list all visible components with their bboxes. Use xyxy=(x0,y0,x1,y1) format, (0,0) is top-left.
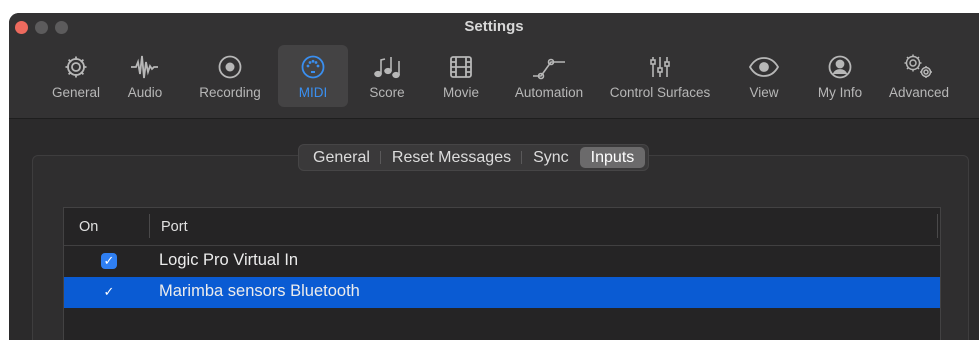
table-header: On Port xyxy=(64,208,940,246)
toolbar-label: Recording xyxy=(199,85,261,100)
titlebar: Settings General Audio Recording MIDI Sc… xyxy=(9,13,979,119)
column-header-port[interactable]: Port xyxy=(161,219,188,235)
toolbar-label: Score xyxy=(369,85,405,100)
toolbar-my-info[interactable]: My Info xyxy=(809,45,871,107)
toolbar-recording[interactable]: Recording xyxy=(190,45,270,107)
tab-general[interactable]: General xyxy=(302,147,381,168)
window-title: Settings xyxy=(464,18,524,35)
toolbar-audio[interactable]: Audio xyxy=(119,45,171,107)
toolbar-label: Advanced xyxy=(888,85,950,100)
toolbar-score[interactable]: Score xyxy=(362,45,412,107)
tab-inputs[interactable]: Inputs xyxy=(579,147,646,168)
midi-port-icon xyxy=(300,51,326,83)
enabled-checkbox[interactable]: ✓ xyxy=(101,284,117,300)
sliders-icon xyxy=(647,51,673,83)
toolbar-general[interactable]: General xyxy=(45,45,107,107)
midi-tabs: General Reset Messages Sync Inputs xyxy=(298,144,650,171)
port-name: Logic Pro Virtual In xyxy=(159,251,299,269)
port-name: Marimba sensors Bluetooth xyxy=(159,282,360,300)
toolbar-movie[interactable]: Movie xyxy=(432,45,490,107)
toolbar-automation[interactable]: Automation xyxy=(501,45,597,107)
settings-window: Settings General Audio Recording MIDI Sc… xyxy=(9,13,979,340)
waveform-icon xyxy=(130,51,160,83)
automation-curve-icon xyxy=(532,51,566,83)
gear-icon xyxy=(63,51,89,83)
toolbar-label: My Info xyxy=(817,85,863,100)
table-row-selected[interactable]: ✓ Marimba sensors Bluetooth xyxy=(64,277,940,308)
tab-reset-messages[interactable]: Reset Messages xyxy=(381,147,523,168)
toolbar-view[interactable]: View xyxy=(743,45,785,107)
toolbar-advanced[interactable]: Advanced xyxy=(883,45,955,107)
toolbar-label: Movie xyxy=(442,85,479,100)
column-divider[interactable] xyxy=(149,214,150,238)
column-divider[interactable] xyxy=(937,214,938,238)
table-row[interactable]: ✓ Logic Pro Virtual In xyxy=(64,246,940,277)
music-notes-icon xyxy=(372,51,402,83)
toolbar-label: General xyxy=(51,85,101,100)
toolbar-control-surfaces[interactable]: Control Surfaces xyxy=(595,45,725,107)
toolbar-midi[interactable]: MIDI xyxy=(278,45,348,107)
gears-icon xyxy=(902,51,936,83)
person-circle-icon xyxy=(827,51,853,83)
enabled-checkbox[interactable]: ✓ xyxy=(101,253,117,269)
toolbar-label: View xyxy=(749,85,779,100)
toolbar-label: Audio xyxy=(127,85,163,100)
toolbar-label: Automation xyxy=(514,85,584,100)
toolbar-label: Control Surfaces xyxy=(609,85,711,100)
column-header-on[interactable]: On xyxy=(79,219,98,235)
eye-icon xyxy=(748,51,780,83)
film-icon xyxy=(448,51,474,83)
midi-settings-pane: General Reset Messages Sync Inputs On Po… xyxy=(9,119,979,340)
toolbar-label: MIDI xyxy=(298,85,328,100)
record-icon xyxy=(217,51,243,83)
midi-inputs-table: On Port ✓ Logic Pro Virtual In ✓ Marimba… xyxy=(63,207,941,340)
tab-sync[interactable]: Sync xyxy=(522,147,580,168)
